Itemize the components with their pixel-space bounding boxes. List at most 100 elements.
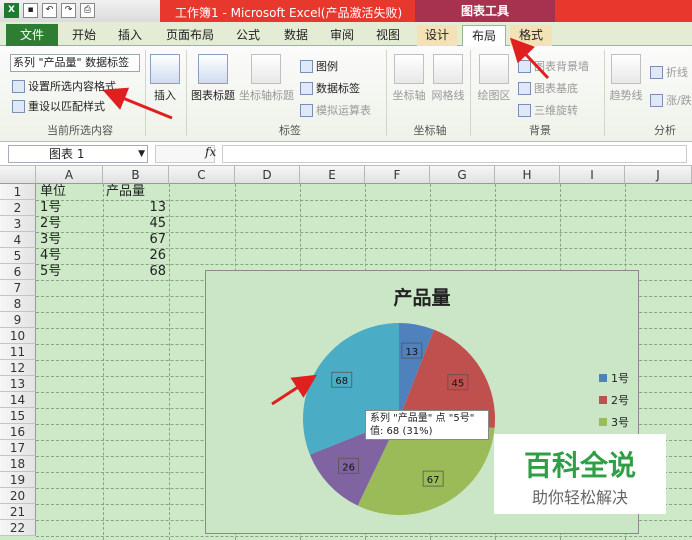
tab-review[interactable]: 审阅 (324, 25, 360, 46)
tab-view[interactable]: 视图 (370, 25, 406, 46)
tab-file[interactable]: 文件 (6, 24, 58, 46)
row-header[interactable]: 2 (0, 200, 36, 216)
redo-icon[interactable]: ↷ (61, 3, 76, 18)
legend-label: 1号 (611, 372, 629, 385)
row-header[interactable]: 14 (0, 392, 36, 408)
table-row-unit[interactable]: 4号 (40, 248, 61, 264)
column-header[interactable]: G (430, 166, 495, 184)
table-row-unit[interactable]: 1号 (40, 200, 61, 216)
column-header[interactable]: C (169, 166, 235, 184)
save-icon[interactable]: ▪ (23, 3, 38, 18)
table-row-unit[interactable]: 3号 (40, 232, 61, 248)
axis-title-button[interactable]: 坐标轴标题 (239, 54, 294, 103)
axis-title-icon (251, 54, 281, 84)
row-header[interactable]: 10 (0, 328, 36, 344)
row-header[interactable]: 11 (0, 344, 36, 360)
3d-rotation-button[interactable]: 三维旋转 (518, 102, 578, 118)
trendline-button[interactable]: 趋势线 (609, 54, 643, 103)
gridline (169, 184, 170, 540)
chart-wall-button[interactable]: 图表背景墙 (518, 58, 589, 74)
tab-design[interactable]: 设计 (417, 25, 457, 46)
tab-format[interactable]: 格式 (510, 25, 552, 46)
chart-legend[interactable]: 1号 2号 3号 (599, 367, 629, 433)
row-header[interactable]: 7 (0, 280, 36, 296)
gridlines-label: 网格线 (431, 89, 465, 102)
insert-function-button[interactable]: fx (205, 145, 216, 159)
chart-title-button[interactable]: 图表标题 (190, 54, 236, 103)
row-header[interactable]: 19 (0, 472, 36, 488)
reset-style-icon (12, 99, 25, 113)
column-header[interactable]: H (495, 166, 560, 184)
column-header[interactable]: D (235, 166, 300, 184)
format-selection-button[interactable]: 设置所选内容格式 (12, 78, 116, 94)
row-header[interactable]: 17 (0, 440, 36, 456)
row-header[interactable]: 8 (0, 296, 36, 312)
axes-button[interactable]: 坐标轴 (391, 54, 427, 103)
row-header[interactable]: 21 (0, 504, 36, 520)
select-all-corner[interactable] (0, 166, 36, 184)
row-header[interactable]: 13 (0, 376, 36, 392)
table-row-unit[interactable]: 2号 (40, 216, 61, 232)
row-header[interactable]: 5 (0, 248, 36, 264)
column-header[interactable]: A (36, 166, 103, 184)
row-header[interactable]: 20 (0, 488, 36, 504)
lines-button[interactable]: 折线 (650, 64, 688, 80)
table-row-qty[interactable]: 45 (106, 216, 166, 232)
gridline (36, 536, 692, 537)
data-table-button[interactable]: 模拟运算表 (300, 102, 371, 118)
chart-element-dropdown[interactable]: 系列 "产品量" 数据标签 (10, 54, 140, 72)
row-header[interactable]: 4 (0, 232, 36, 248)
row-header[interactable]: 15 (0, 408, 36, 424)
tab-data[interactable]: 数据 (278, 25, 314, 46)
column-header[interactable]: B (103, 166, 169, 184)
insert-button[interactable]: 插入 (150, 54, 180, 103)
formula-input[interactable] (222, 145, 687, 163)
row-header[interactable]: 6 (0, 264, 36, 280)
row-header[interactable]: 3 (0, 216, 36, 232)
column-header[interactable]: E (300, 166, 365, 184)
gridlines-button[interactable]: 网格线 (431, 54, 465, 103)
cell-a1[interactable]: 单位 (40, 184, 66, 200)
legend-button[interactable]: 图例 (300, 58, 338, 74)
tab-home[interactable]: 开始 (66, 25, 102, 46)
legend-icon (300, 59, 313, 73)
table-row-unit[interactable]: 5号 (40, 264, 61, 280)
row-header[interactable]: 9 (0, 312, 36, 328)
column-header[interactable]: F (365, 166, 430, 184)
data-label[interactable]: 68 (335, 376, 348, 387)
table-row-qty[interactable]: 26 (106, 248, 166, 264)
name-box[interactable]: 图表 1 ▼ (8, 145, 148, 163)
row-header[interactable]: 16 (0, 424, 36, 440)
column-header[interactable]: J (625, 166, 692, 184)
row-header[interactable]: 12 (0, 360, 36, 376)
column-header[interactable]: I (560, 166, 625, 184)
axes-label: 坐标轴 (392, 89, 426, 102)
data-label[interactable]: 67 (427, 475, 440, 486)
data-labels-button[interactable]: 数据标签 (300, 80, 360, 96)
table-row-qty[interactable]: 67 (106, 232, 166, 248)
tab-page-layout[interactable]: 页面布局 (160, 25, 220, 46)
reset-style-button[interactable]: 重设以匹配样式 (12, 98, 105, 114)
data-label[interactable]: 45 (451, 379, 464, 390)
insert-icon (150, 54, 180, 84)
row-header[interactable]: 1 (0, 184, 36, 200)
print-preview-icon[interactable]: ⎙ (80, 3, 95, 18)
data-label[interactable]: 13 (405, 347, 418, 358)
plot-area-icon (479, 54, 509, 84)
row-header[interactable]: 18 (0, 456, 36, 472)
tab-insert[interactable]: 插入 (112, 25, 148, 46)
table-row-qty[interactable]: 68 (106, 264, 166, 280)
tab-layout[interactable]: 布局 (462, 25, 506, 47)
undo-icon[interactable]: ↶ (42, 3, 57, 18)
excel-app-icon[interactable]: X (4, 3, 19, 18)
data-label[interactable]: 26 (342, 462, 355, 473)
cell-b1[interactable]: 产品量 (106, 184, 145, 200)
row-header[interactable]: 22 (0, 520, 36, 536)
chart-floor-button[interactable]: 图表基底 (518, 80, 578, 96)
chevron-down-icon[interactable]: ▼ (138, 146, 145, 162)
updown-bars-button[interactable]: 涨/跌 (650, 92, 692, 108)
plot-area-button[interactable]: 绘图区 (476, 54, 512, 103)
table-row-qty[interactable]: 13 (106, 200, 166, 216)
tab-formulas[interactable]: 公式 (230, 25, 266, 46)
3d-rotation-icon (518, 103, 531, 117)
